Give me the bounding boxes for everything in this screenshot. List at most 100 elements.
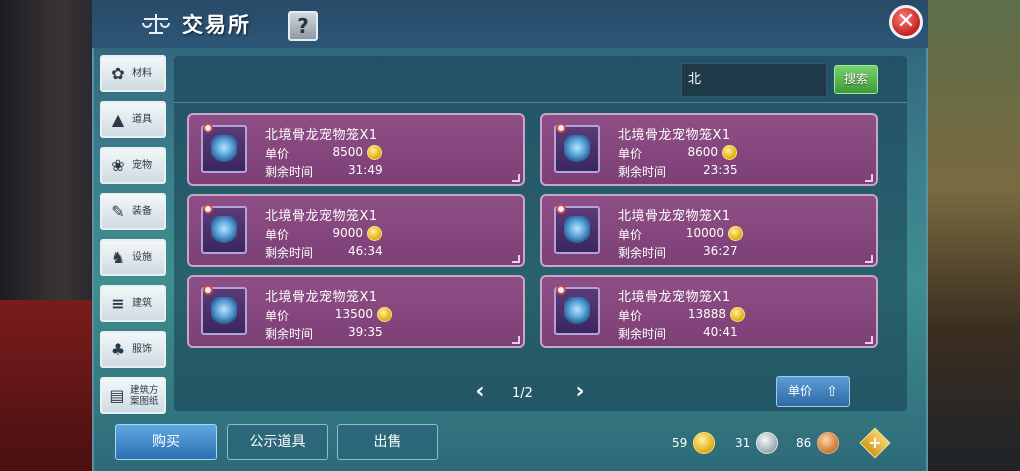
gold-amount: 59 <box>672 436 688 450</box>
listing-card[interactable]: 北境骨龙宠物笼X1 单价 13500 剩余时间 39:35 <box>187 275 525 348</box>
item-name: 北境骨龙宠物笼X1 <box>618 209 731 224</box>
badge-icon <box>203 285 213 295</box>
sidebar-item-buildings[interactable]: ≡ 建筑 <box>100 285 166 322</box>
time-left-value: 46:34 <box>348 244 383 258</box>
sidebar-item-label: 装备 <box>132 206 152 217</box>
price-label: 单价 <box>265 228 290 242</box>
sidebar-item-label: 宠物 <box>132 160 152 171</box>
sidebar-item-label: 建筑 <box>132 298 152 309</box>
sidebar-item-label: 服饰 <box>132 344 152 355</box>
flower-icon: ✿ <box>111 63 125 83</box>
price-label: 单价 <box>618 309 643 323</box>
item-name: 北境骨龙宠物笼X1 <box>265 290 378 305</box>
gold-coin-icon <box>722 145 737 160</box>
sidebar-item-pets[interactable]: ❀ 宠物 <box>100 147 166 184</box>
listing-card[interactable]: 北境骨龙宠物笼X1 单价 8500 剩余时间 31:49 <box>187 113 525 186</box>
silver-amount: 31 <box>735 436 751 450</box>
corner-icon <box>512 174 520 182</box>
dragon-icon <box>211 216 237 244</box>
time-left-label: 剩余时间 <box>618 165 667 179</box>
item-name: 北境骨龙宠物笼X1 <box>265 209 378 224</box>
pagination: ‹ 1/2 › <box>470 378 596 408</box>
page-title: 交易所 <box>182 13 251 37</box>
time-left-value: 23:35 <box>703 163 738 177</box>
gold-coin-icon <box>730 307 745 322</box>
listing-card[interactable]: 北境骨龙宠物笼X1 单价 13888 剩余时间 40:41 <box>540 275 878 348</box>
time-left-value: 39:35 <box>348 325 383 339</box>
sidebar-item-clothing[interactable]: ♣ 服饰 <box>100 331 166 368</box>
blueprint-icon: ▤ <box>109 385 125 405</box>
cone-icon: ▲ <box>111 109 125 129</box>
sort-by-price-button[interactable]: 单价 ⇧ <box>776 376 850 407</box>
shirt-icon: ♣ <box>110 339 126 359</box>
plus-icon: + <box>868 433 882 452</box>
item-name: 北境骨龙宠物笼X1 <box>618 128 731 143</box>
corner-icon <box>865 255 873 263</box>
armor-icon: ✎ <box>111 201 125 221</box>
sidebar-item-equipment[interactable]: ✎ 装备 <box>100 193 166 230</box>
corner-icon <box>865 174 873 182</box>
divider <box>174 102 907 103</box>
corner-icon <box>512 255 520 263</box>
price-label: 单价 <box>265 309 290 323</box>
bronze-balance: 86 <box>796 432 840 454</box>
sidebar-item-label: 道具 <box>132 114 152 125</box>
dragon-icon <box>564 297 590 325</box>
price-value: 13500 <box>334 307 373 321</box>
dragon-icon <box>211 297 237 325</box>
time-left-label: 剩余时间 <box>265 165 314 179</box>
search-button[interactable]: 搜索 <box>834 65 878 94</box>
sidebar-item-facilities[interactable]: ♞ 设施 <box>100 239 166 276</box>
sidebar-item-label: 材料 <box>132 68 152 79</box>
time-left-label: 剩余时间 <box>618 246 667 260</box>
listing-card[interactable]: 北境骨龙宠物笼X1 单价 9000 剩余时间 46:34 <box>187 194 525 267</box>
gold-coin-icon <box>728 226 743 241</box>
price-value: 8500 <box>332 145 363 159</box>
prev-page-button[interactable]: ‹ <box>470 378 490 408</box>
tab-sell[interactable]: 出售 <box>337 424 438 460</box>
bricks-icon: ≡ <box>111 293 125 313</box>
silver-balance: 31 <box>735 432 779 454</box>
dragon-icon <box>564 135 590 163</box>
help-button[interactable]: ? <box>288 11 318 41</box>
listing-card[interactable]: 北境骨龙宠物笼X1 单价 8600 剩余时间 23:35 <box>540 113 878 186</box>
title-bar: 交易所 <box>142 8 251 40</box>
sidebar-item-materials[interactable]: ✿ 材料 <box>100 55 166 92</box>
gold-coin-icon <box>377 307 392 322</box>
gold-coin-icon <box>693 432 716 454</box>
listing-card[interactable]: 北境骨龙宠物笼X1 单价 10000 剩余时间 36:27 <box>540 194 878 267</box>
badge-icon <box>203 123 213 133</box>
gold-coin-icon <box>367 226 382 241</box>
sidebar-item-blueprints[interactable]: ▤ 建筑方案图纸 <box>100 377 166 414</box>
sort-label: 单价 <box>788 384 813 398</box>
price-label: 单价 <box>618 228 643 242</box>
time-left-label: 剩余时间 <box>265 246 314 260</box>
badge-icon <box>203 204 213 214</box>
next-page-button[interactable]: › <box>570 378 590 408</box>
search-input[interactable]: 北 <box>681 63 827 97</box>
sidebar-item-items[interactable]: ▲ 道具 <box>100 101 166 138</box>
tab-show-items[interactable]: 公示道具 <box>227 424 328 460</box>
corner-icon <box>865 336 873 344</box>
gold-coin-icon <box>367 145 382 160</box>
badge-icon <box>556 285 566 295</box>
badge-icon <box>556 123 566 133</box>
bronze-coin-icon <box>817 432 840 454</box>
sidebar-item-label: 建筑方案图纸 <box>129 384 159 407</box>
bronze-amount: 86 <box>796 436 812 450</box>
time-left-value: 31:49 <box>348 163 383 177</box>
close-button[interactable]: ✕ <box>889 5 923 39</box>
item-name: 北境骨龙宠物笼X1 <box>265 128 378 143</box>
gold-balance: 59 <box>672 432 716 454</box>
price-value: 13888 <box>687 307 726 321</box>
dragon-icon <box>211 135 237 163</box>
time-left-value: 40:41 <box>703 325 738 339</box>
time-left-label: 剩余时间 <box>618 327 667 341</box>
scale-icon <box>142 12 170 36</box>
horse-icon: ♞ <box>110 247 126 267</box>
category-sidebar: ✿ 材料 ▲ 道具 ❀ 宠物 ✎ 装备 ♞ 设施 ≡ 建筑 ♣ 服饰 ▤ 建筑方… <box>100 55 166 423</box>
tab-buy[interactable]: 购买 <box>115 424 217 460</box>
corner-icon <box>512 336 520 344</box>
dragon-icon <box>564 216 590 244</box>
price-label: 单价 <box>265 147 290 161</box>
